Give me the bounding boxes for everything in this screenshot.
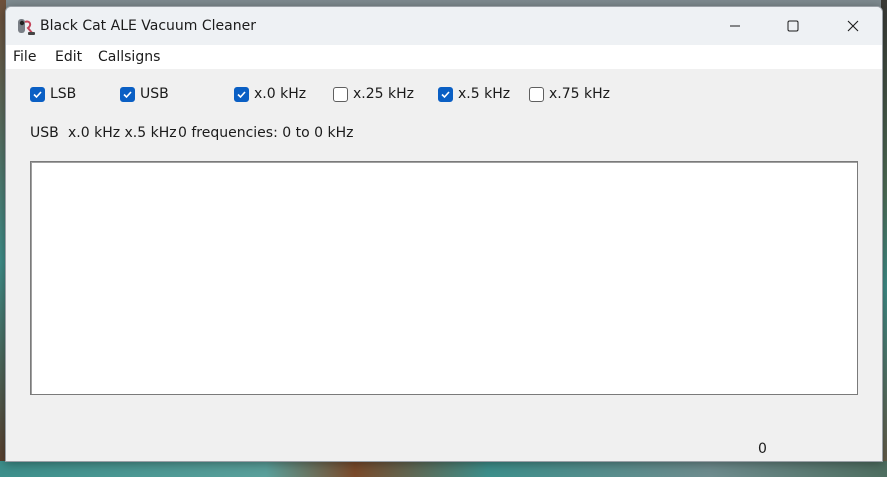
checkmark-icon	[237, 90, 246, 98]
checkbox-lsb[interactable]: LSB	[30, 85, 76, 103]
checkbox-x0-khz-label: x.0 kHz	[254, 86, 307, 102]
desktop-wallpaper-bottom	[0, 461, 887, 477]
checkbox-x75-khz-box[interactable]	[529, 86, 544, 102]
checkbox-usb-box[interactable]	[120, 86, 135, 102]
vacuum-cleaner-app-icon[interactable]	[16, 17, 36, 37]
checkbox-usb[interactable]: USB	[120, 85, 169, 103]
status-offsets: x.0 kHz x.5 kHz	[68, 125, 177, 141]
checkbox-x25-khz-box[interactable]	[333, 86, 348, 102]
checkmark-icon	[441, 90, 450, 98]
checkmark-icon	[33, 90, 42, 98]
window-title: Black Cat ALE Vacuum Cleaner	[40, 18, 256, 34]
menu-file[interactable]: File	[13, 49, 36, 65]
checkbox-lsb-box[interactable]	[30, 86, 45, 102]
footer-count: 0	[758, 441, 767, 457]
checkbox-x5-khz-label: x.5 kHz	[458, 86, 511, 102]
checkbox-x25-khz-label: x.25 kHz	[353, 86, 414, 102]
checkbox-x5-khz-box[interactable]	[438, 86, 453, 102]
checkbox-x0-khz-box[interactable]	[234, 86, 249, 102]
status-summary: 0 frequencies: 0 to 0 kHz	[178, 125, 354, 141]
checkmark-icon	[123, 90, 132, 98]
checkbox-x75-khz-label: x.75 kHz	[549, 86, 610, 102]
close-icon	[847, 20, 859, 32]
checkbox-x75-khz[interactable]: x.75 kHz	[529, 85, 610, 103]
minimize-button[interactable]	[706, 7, 764, 45]
maximize-icon	[787, 20, 799, 32]
app-window: Black Cat ALE Vacuum Cleaner File Edit C…	[5, 6, 883, 462]
menu-edit[interactable]: Edit	[55, 49, 82, 65]
menu-bar: File Edit Callsigns	[6, 45, 882, 69]
status-mode: USB	[30, 125, 59, 141]
checkbox-x25-khz[interactable]: x.25 kHz	[333, 85, 414, 103]
frequency-list[interactable]	[30, 161, 858, 395]
checkbox-lsb-label: LSB	[50, 86, 77, 102]
checkbox-x5-khz[interactable]: x.5 kHz	[438, 85, 510, 103]
minimize-icon	[730, 25, 740, 27]
maximize-button[interactable]	[764, 7, 822, 45]
menu-callsigns[interactable]: Callsigns	[98, 49, 160, 65]
checkbox-x0-khz[interactable]: x.0 kHz	[234, 85, 306, 103]
checkbox-usb-label: USB	[140, 86, 169, 102]
close-button[interactable]	[824, 7, 882, 45]
title-bar[interactable]: Black Cat ALE Vacuum Cleaner	[6, 7, 882, 45]
